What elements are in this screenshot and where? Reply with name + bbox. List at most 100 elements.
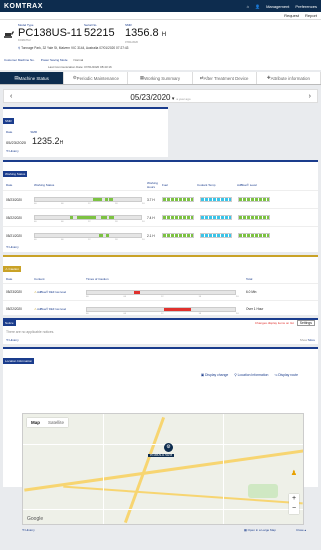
map-type-map[interactable]: Map [27,418,44,427]
machine-marker-icon[interactable]: ⚙ [164,443,173,452]
table-row: 05/22/2020 00 06 12 18 24 7.4 H [3,208,318,226]
display-change-label: Display change [205,373,229,377]
changes-display-text: Changes display items on list [254,321,294,325]
request-menu[interactable]: Request [284,13,299,18]
close-map-link[interactable]: Close ▴ [296,528,306,532]
location-info-link[interactable]: ⚲ Location Information [234,373,268,377]
col-times: Times of Caution [86,277,109,281]
working-status-bar [34,197,142,202]
notice-empty-text: There are no applicable notices. [6,330,55,334]
selected-date[interactable]: 05/23/2020 [130,93,170,102]
tab-working-summary[interactable]: ▦ Working Summary [128,72,193,84]
preferences-menu[interactable]: Preferences [295,4,317,9]
zoom-out-icon[interactable]: − [289,504,299,514]
scale-tick: 12 [161,295,164,298]
working-segment [106,234,110,237]
scale-tick: 12 [88,221,91,223]
tab-attribute-information[interactable]: ✚ Attribute information [257,72,321,84]
smr-card: SMR Date SMR 05/23/2020 1235.2 H ⟲ Histor… [3,107,168,157]
map-view[interactable]: Map Satellite ♟ + − Google [22,413,304,525]
coolant-gauge [200,197,232,202]
map-type-satellite[interactable]: Satellite [44,418,68,427]
scale-tick: 06 [123,312,126,315]
row-content-text: AdBlue® DEF low level [37,307,67,311]
close-label: Close [296,528,304,532]
open-large-map-link[interactable]: ▦ Open in a Large Map [244,528,276,532]
working-bar-wrap: 00 06 12 18 24 [34,233,144,241]
working-bar-wrap: 00 06 12 18 24 [34,197,145,205]
caution-card: ⚠ Caution Date Content Times of Caution … [3,255,318,322]
power-saving-link[interactable]: Power Saving Mode [41,58,68,62]
management-menu[interactable]: Management [266,4,289,9]
working-segment [100,216,108,219]
location-info-label: Location Information [237,373,269,377]
row-content[interactable]: ⚠ AdBlue® DEF low level [34,307,86,311]
chevron-down-icon[interactable]: ▾ [170,96,175,102]
caution-header-label: Caution [8,267,19,271]
adblue-gauge [238,197,270,202]
notice-more-link[interactable]: More [308,338,315,342]
report-menu[interactable]: Report [305,13,317,18]
history-label: History [9,149,19,153]
zoom-in-icon[interactable]: + [289,494,299,504]
next-date-icon[interactable]: › [309,93,311,100]
working-status-bar [34,215,142,220]
sub-toolbar: Request Report [0,12,321,20]
row-date: 05/22/2020 [6,215,22,220]
table-row: 05/21/2020 00 06 12 18 24 2.1 H [3,226,318,244]
working-bar-wrap: 00 06 12 18 24 [34,215,145,223]
user-icon[interactable]: 👤 [255,4,260,9]
smr-card-header: SMR [3,118,14,124]
location-history-link[interactable]: ⟲ History [22,528,35,532]
row-working-hours: 7.4 H [147,215,155,220]
scale-tick: 12 [161,312,164,315]
scale-tick: 00 [34,221,37,223]
tab-machine-status[interactable]: ▤ Machine Status [0,72,65,84]
scale-tick: 00 [34,203,37,205]
scale-tick: 24 [236,295,239,298]
pegman-icon[interactable]: ♟ [291,469,297,477]
brand-logo: KOMTRAX [4,2,43,10]
display-route-label: Display route [278,373,298,377]
smr-card-date: 05/23/2020 [6,140,27,145]
notice-card: Notice Changes display items on list Set… [3,318,318,344]
scale-tick: 24 [142,221,145,223]
excavator-icon [4,31,14,38]
working-segment [69,216,74,219]
smr-unit: H [161,32,167,38]
display-change-link[interactable]: ▣ Display change [201,373,228,377]
working-history-link[interactable]: ⟲ History [3,244,318,250]
caution-times-bar [86,289,236,295]
machine-address: Tonnage Park, 32 Yale St, Malvern VIC 31… [21,46,129,50]
col-content: Content [34,277,45,281]
display-route-link[interactable]: ↝ Display route [274,373,298,377]
home-icon[interactable]: ⌂ [247,4,249,9]
notice-header: Notice [3,320,16,326]
row-total: Over 1 Hour [246,307,264,311]
date-ago: a year ago [176,97,191,101]
working-segment [109,216,115,219]
row-content[interactable]: ⚠ AdBlue® DEF low level [34,290,86,294]
row-total: 6.0 Min [246,290,257,294]
prev-date-icon[interactable]: ‹ [10,93,12,100]
scale-tick: 24 [142,203,145,205]
tab-after-treatment[interactable]: ⇄ After Treatment Device [193,72,257,84]
caution-bar-wrap: 00 06 12 18 24 [86,306,238,315]
col-fuel: Fuel [162,183,168,187]
working-segment [104,198,109,201]
customer-machine-link[interactable]: Customer Machine No. [4,58,35,62]
tab-periodic-maintenance[interactable]: ⚙ Periodic Maintenance [64,72,129,84]
row-content-text: AdBlue® DEF low level [37,290,67,294]
settings-button[interactable]: Settings [296,320,315,326]
tab-label: Working Summary [144,75,181,81]
notice-history-link[interactable]: ⟲ History [6,338,19,342]
col-working-status: Working Status [34,183,55,187]
table-row: 05/22/2020 ⚠ AdBlue® DEF low level 00 06 12 1… [3,300,318,317]
row-date: 05/21/2020 [6,233,22,238]
chevron-up-icon: ▴ [303,528,307,532]
serial-value: 52215 [84,27,115,39]
smr-history-link[interactable]: ⟲ History [3,148,168,154]
google-logo: Google [27,516,44,522]
smr-date-label: Date [6,130,13,134]
zoom-control: + − [289,494,299,514]
